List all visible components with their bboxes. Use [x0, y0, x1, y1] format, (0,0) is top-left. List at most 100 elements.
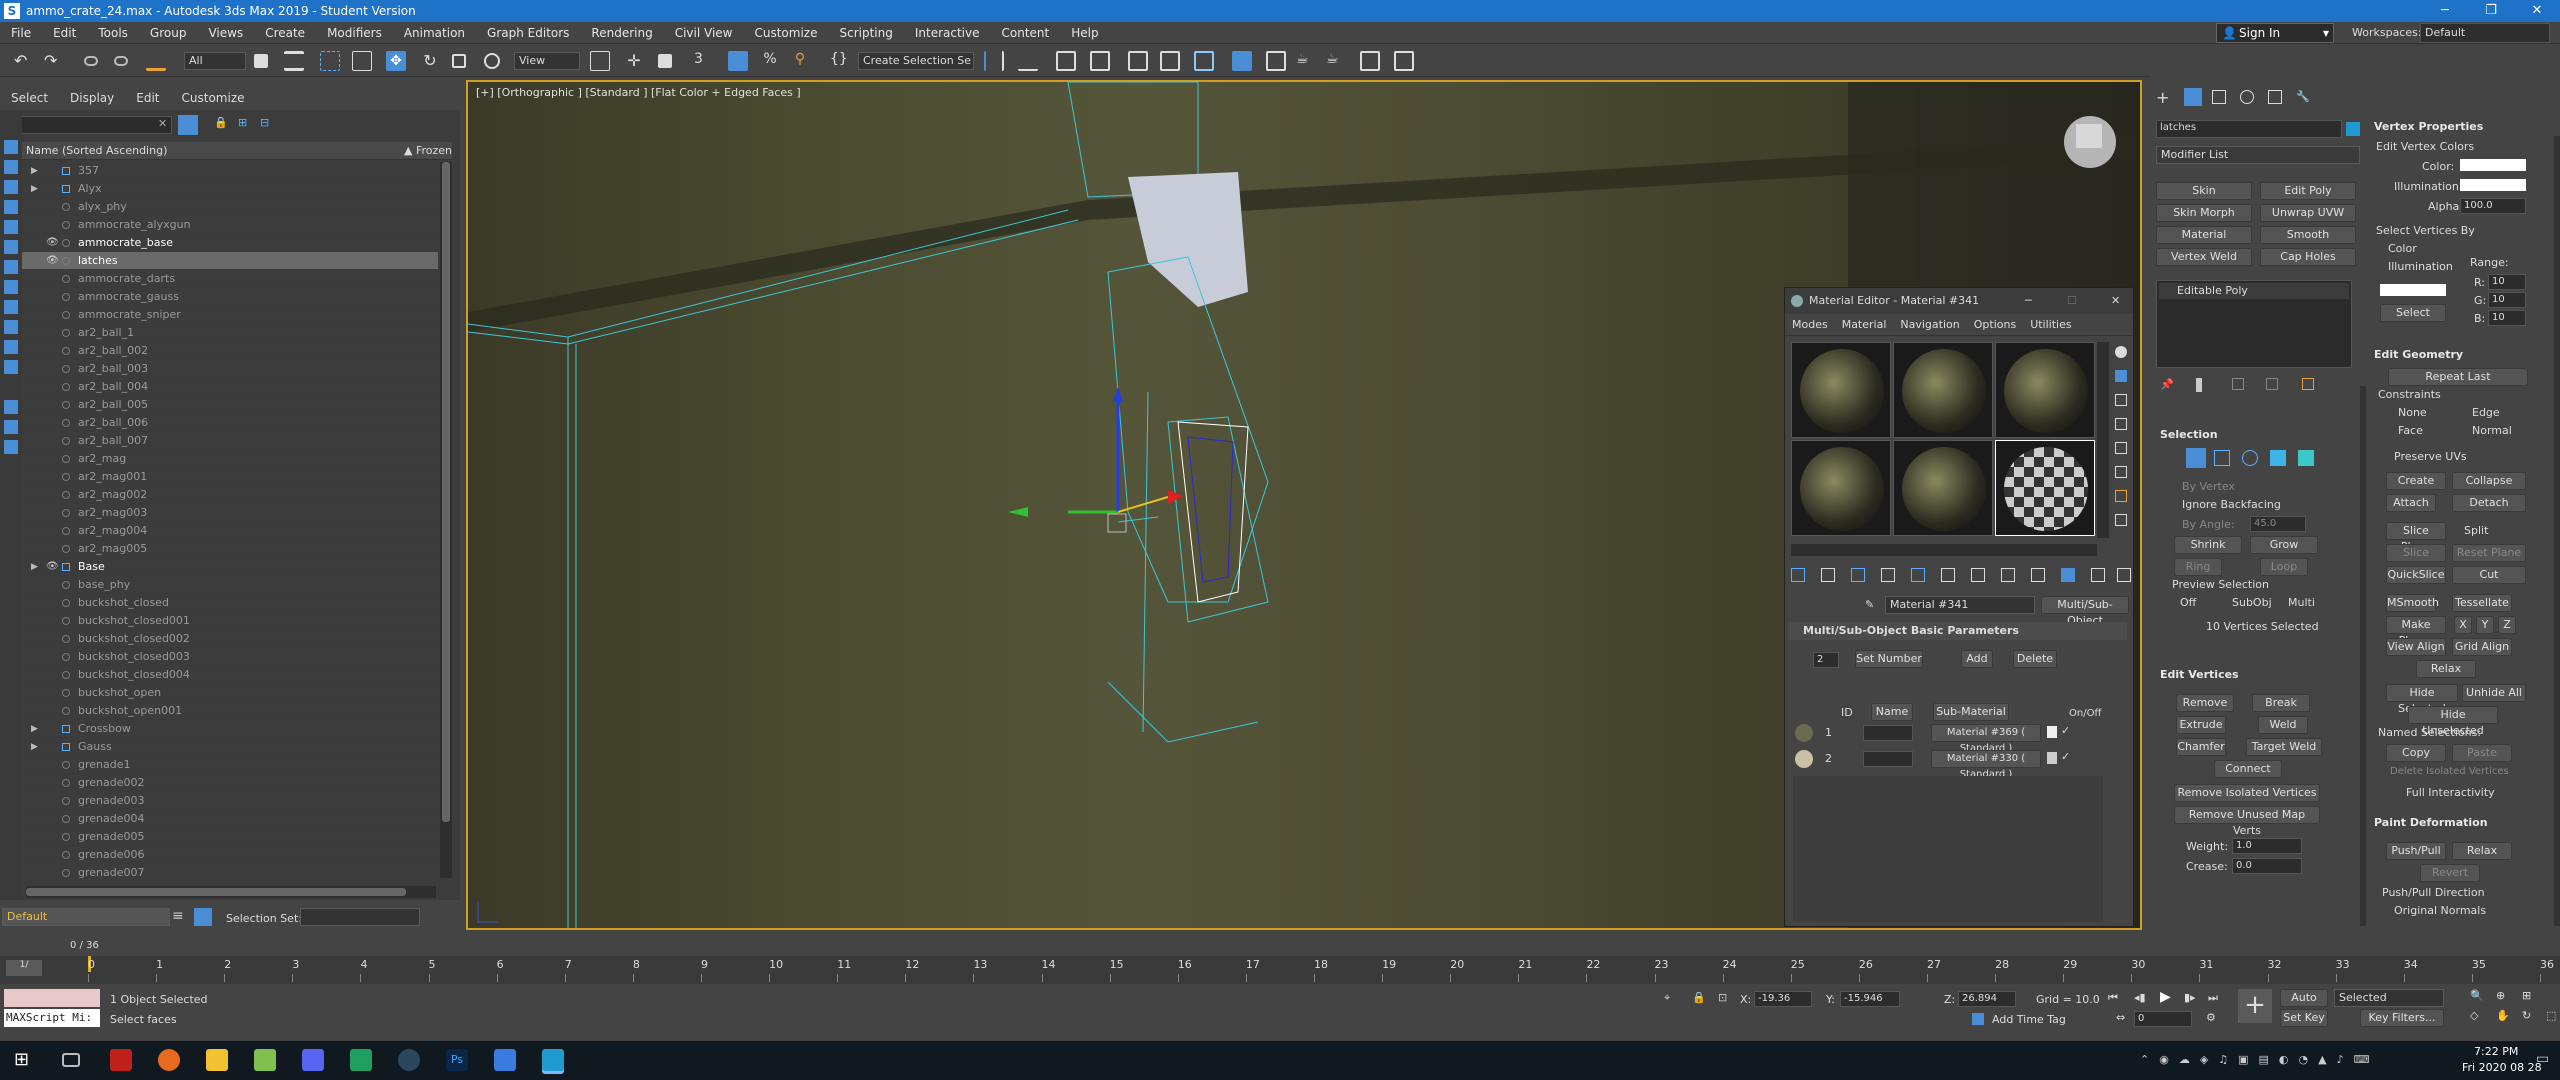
vertex-weld-button[interactable]: Vertex Weld	[2156, 248, 2252, 266]
clear-search-icon[interactable]: ✕	[158, 117, 167, 130]
preserve-uvs-checkbox[interactable]: Preserve UVs	[2394, 450, 2467, 463]
expand-icon[interactable]: ▶	[31, 180, 38, 198]
mirror-icon[interactable]	[984, 51, 1004, 71]
menu-scripting[interactable]: Scripting	[828, 26, 903, 40]
selection-set-dropdown[interactable]	[300, 908, 420, 926]
weld-button[interactable]: Weld	[2258, 716, 2308, 734]
material-options-icon[interactable]	[2115, 490, 2127, 502]
pin-stack-icon[interactable]: 📌	[2160, 378, 2174, 391]
delete-material-button[interactable]: Delete	[2013, 650, 2057, 668]
selection-filter-dropdown[interactable]: All	[184, 52, 246, 70]
range-b-field[interactable]: 10	[2488, 310, 2526, 326]
select-by-name-icon[interactable]	[284, 51, 304, 71]
stack-item-editable-poly[interactable]: Editable Poly	[2159, 283, 2349, 299]
create-button[interactable]: Create	[2386, 472, 2446, 490]
photoshop-icon[interactable]: Ps	[446, 1049, 468, 1071]
steam-icon[interactable]	[398, 1049, 420, 1071]
maxscript-listener[interactable]: MAXScript Mi:	[4, 1009, 100, 1027]
spinner-snap-icon[interactable]: ⚲	[790, 51, 810, 71]
named-selection-dropdown[interactable]: Create Selection Se	[858, 52, 974, 70]
explorer-vertical-scrollbar[interactable]	[440, 162, 452, 878]
constraint-edge-radio[interactable]: Edge	[2472, 406, 2500, 419]
x-coord-field[interactable]: -19.36	[1754, 991, 1812, 1007]
menu-interactive[interactable]: Interactive	[904, 26, 991, 40]
scene-row[interactable]: ar2_mag002	[0, 486, 438, 504]
multisub-rollout-header[interactable]: Multi/Sub-Object Basic Parameters	[1789, 622, 2127, 640]
material-slot[interactable]	[1791, 342, 1891, 438]
material-editor-minimize-button[interactable]: ─	[2025, 288, 2032, 314]
rect-selection-icon[interactable]	[320, 51, 340, 71]
show-end-result-icon[interactable]	[2196, 378, 2202, 392]
maxscript-listener-pink[interactable]	[4, 989, 100, 1007]
video-color-check-icon[interactable]	[2115, 442, 2127, 454]
taskbar-clock[interactable]: 7:22 PM	[2474, 1045, 2518, 1058]
expand-icon[interactable]: ▶	[31, 558, 38, 576]
uv-tiling-icon[interactable]	[2115, 418, 2127, 430]
scene-row[interactable]: ar2_ball_007	[0, 432, 438, 450]
hide-selected-button[interactable]: Hide Selected	[2386, 684, 2458, 715]
taskbar-date[interactable]: Fri 2020 08 28	[2462, 1061, 2542, 1074]
display-frozen-icon[interactable]	[4, 340, 18, 354]
a360-gallery-icon[interactable]	[1394, 51, 1414, 71]
scene-row[interactable]: ammocrate_alyxgun	[0, 216, 438, 234]
reset-plane-button[interactable]: Reset Plane	[2452, 544, 2526, 562]
angle-snap-icon[interactable]	[728, 51, 748, 71]
vertex-color-swatch[interactable]	[2460, 159, 2526, 171]
submaterial-row[interactable]: 2 Material #330 ( Standard ) ✓	[1793, 748, 2113, 780]
expand-icon[interactable]: ▶	[31, 162, 38, 180]
make-preview-icon[interactable]	[2115, 466, 2127, 478]
curve-editor-icon[interactable]	[1128, 51, 1148, 71]
remove-isolated-button[interactable]: Remove Isolated Vertices	[2174, 784, 2320, 802]
y-coord-field[interactable]: -15.946	[1840, 991, 1900, 1007]
time-slider-handle[interactable]: 1/	[6, 960, 42, 976]
zoom-icon[interactable]: 🔍	[2470, 989, 2484, 1002]
display-all-icon[interactable]	[4, 400, 18, 414]
bind-space-warp-icon[interactable]	[146, 51, 166, 71]
pivot-center-icon[interactable]	[590, 51, 610, 71]
scene-row[interactable]: ar2_ball_006	[0, 414, 438, 432]
hierarchy-icon[interactable]: ⊞	[238, 116, 247, 129]
visibility-eye-icon[interactable]: 👁	[46, 252, 59, 270]
constraint-none-radio[interactable]: None	[2398, 406, 2427, 419]
submaterial-button[interactable]: Material #369 ( Standard )	[1931, 724, 2041, 754]
material-slot[interactable]	[1893, 440, 1993, 536]
alpha-field[interactable]: 100.0	[2460, 198, 2526, 214]
render-setup-icon[interactable]	[1232, 51, 1252, 71]
menu-rendering[interactable]: Rendering	[580, 26, 663, 40]
lock-icon[interactable]: 🔒	[214, 116, 228, 129]
material-editor-maximize-button[interactable]: ☐	[2067, 288, 2077, 314]
submaterial-row[interactable]: 1 Material #369 ( Standard ) ✓	[1793, 722, 2113, 754]
scene-row[interactable]: ar2_mag001	[0, 468, 438, 486]
element-mode-icon[interactable]	[2298, 450, 2314, 466]
quickslice-button[interactable]: QuickSlice	[2386, 566, 2446, 584]
select-by-color-radio[interactable]: Color	[2388, 242, 2417, 255]
backlight-icon[interactable]	[2115, 370, 2127, 382]
scene-row[interactable]: ar2_ball_005	[0, 396, 438, 414]
scene-row[interactable]: ar2_mag005	[0, 540, 438, 558]
menu-file[interactable]: File	[0, 26, 42, 40]
menu-create[interactable]: Create	[254, 26, 316, 40]
edit-geometry-rollout-title[interactable]: Edit Geometry	[2374, 348, 2463, 361]
redo-icon[interactable]: ↷	[44, 51, 64, 71]
goto-start-icon[interactable]: ⏮	[2108, 991, 2118, 1005]
menu-group[interactable]: Group	[139, 26, 198, 40]
scene-row[interactable]: ▶ 357	[0, 162, 438, 180]
file-explorer-icon[interactable]	[206, 1049, 228, 1071]
hierarchy-tab-icon[interactable]	[2212, 90, 2226, 104]
skin-morph-button[interactable]: Skin Morph	[2156, 204, 2252, 222]
connect-button[interactable]: Connect	[2214, 760, 2282, 778]
maximize-viewport-icon[interactable]: ⬚	[2546, 1009, 2556, 1022]
windows-start-icon[interactable]: ⊞	[14, 1049, 36, 1071]
go-forward-icon[interactable]	[2091, 568, 2105, 582]
visibility-eye-icon[interactable]: 👁	[46, 558, 59, 576]
undo-icon[interactable]: ↶	[14, 51, 34, 71]
material-hscroll[interactable]	[1791, 544, 2097, 556]
scene-row[interactable]: ▶ Gauss	[0, 738, 438, 756]
zoom-extents-icon[interactable]: ⊞	[2522, 989, 2531, 1002]
visibility-eye-icon[interactable]: 👁	[46, 234, 59, 252]
attach-button[interactable]: Attach	[2386, 494, 2436, 512]
go-to-parent-icon[interactable]	[2061, 568, 2075, 582]
submaterial-name-field[interactable]	[1863, 751, 1913, 767]
display-lights-icon[interactable]	[4, 180, 18, 194]
pan-icon[interactable]: ✋	[2496, 1009, 2510, 1022]
